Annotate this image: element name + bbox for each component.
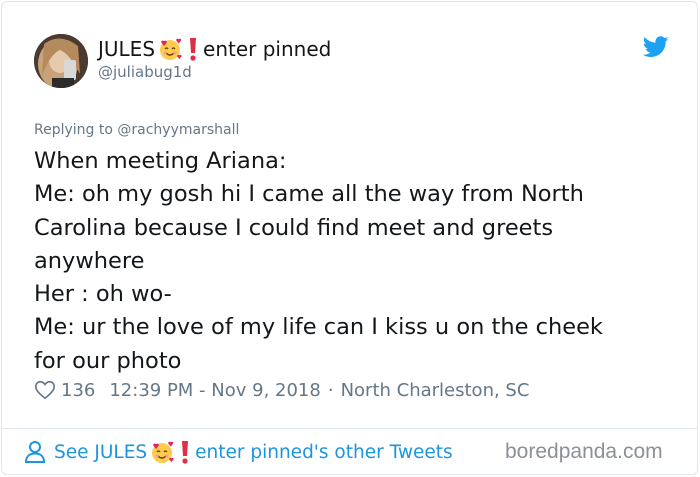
- tweet-line: Me: oh my gosh hi I came all the way fro…: [34, 181, 584, 208]
- tweet-meta: 136 12:39 PM - Nov 9, 2018 · North Charl…: [34, 377, 529, 403]
- red-exclamation-icon: [187, 36, 199, 62]
- tweet-line: for our photo: [34, 347, 182, 374]
- see-link-prefix: See JULES: [54, 441, 148, 463]
- display-name[interactable]: JULES enter pinned: [98, 35, 331, 63]
- username[interactable]: @juliabug1d: [98, 63, 192, 81]
- twitter-bird-icon[interactable]: [643, 36, 669, 58]
- tweet-line: Carolina because I could find meet and g…: [34, 214, 554, 241]
- tweet-card: JULES enter pinned @juliabug1d Replying …: [1, 1, 698, 475]
- display-name-prefix: JULES: [98, 37, 156, 61]
- tweet-line: When meeting Ariana:: [34, 148, 287, 174]
- tweet-text: When meeting Ariana: Me: oh my gosh hi I…: [34, 145, 674, 378]
- display-name-suffix: enter pinned: [203, 37, 332, 61]
- timestamp[interactable]: 12:39 PM - Nov 9, 2018: [109, 380, 320, 401]
- see-link-suffix: enter pinned's other Tweets: [195, 441, 453, 463]
- person-icon: [24, 441, 46, 463]
- smiling-face-with-hearts-icon: [149, 439, 175, 465]
- avatar[interactable]: [34, 34, 88, 88]
- see-other-tweets-link[interactable]: See JULES enter pinned's other Tweets: [24, 437, 453, 467]
- location[interactable]: North Charleston, SC: [341, 380, 530, 401]
- reply-context[interactable]: Replying to @rachyymarshall: [34, 122, 239, 138]
- tweet-line: anywhere: [34, 247, 145, 274]
- divider: [1, 428, 698, 429]
- tweet-line: Her : oh wo-: [34, 281, 172, 308]
- heart-icon[interactable]: [34, 379, 56, 401]
- like-count[interactable]: 136: [61, 380, 95, 401]
- smiling-face-with-hearts-icon: [157, 36, 183, 62]
- meta-separator: ·: [327, 379, 334, 401]
- watermark: boredpanda.com: [505, 440, 663, 463]
- red-exclamation-icon: [179, 439, 191, 465]
- tweet-line: Me: ur the love of my life can I kiss u …: [34, 314, 603, 341]
